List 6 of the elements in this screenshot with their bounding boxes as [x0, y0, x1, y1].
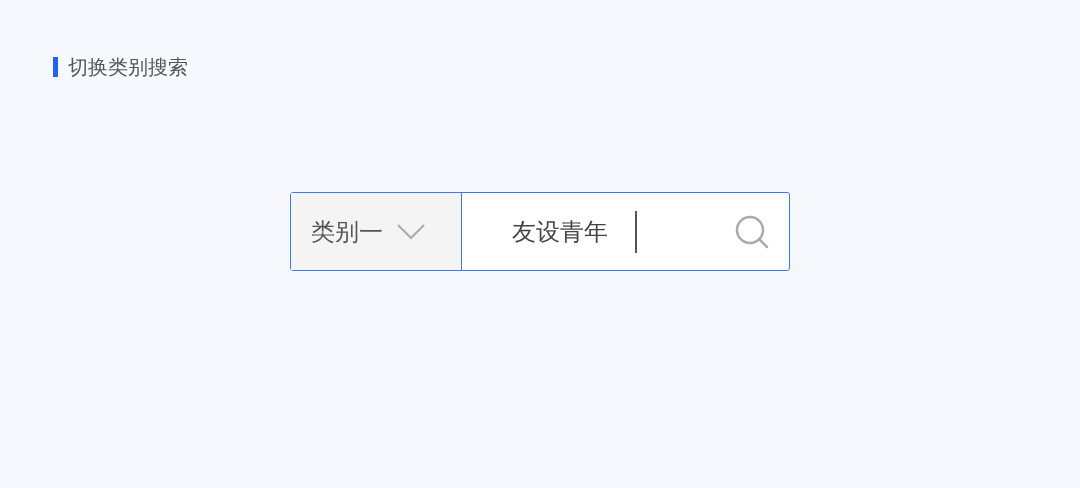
section-title: 切换类别搜索 — [68, 54, 188, 81]
category-dropdown[interactable]: 类别一 — [291, 193, 462, 270]
title-marker — [53, 57, 58, 77]
search-icon[interactable] — [735, 214, 769, 249]
chevron-down-icon — [397, 223, 425, 240]
search-field[interactable]: 友设青年 — [512, 213, 636, 250]
